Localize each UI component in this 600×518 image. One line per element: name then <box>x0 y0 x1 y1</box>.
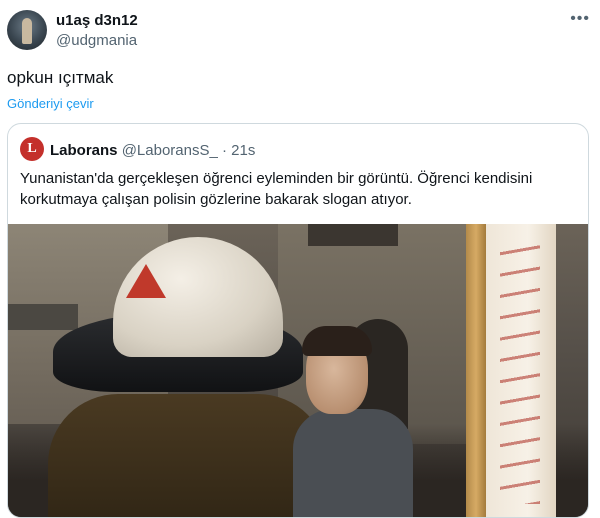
protest-banner <box>486 224 556 517</box>
banner-pole <box>466 224 486 517</box>
separator-dot: · <box>221 142 227 159</box>
sign-board <box>8 304 78 330</box>
student-hair <box>302 326 372 356</box>
quoted-tweet[interactable]: L Laborans @LaboransS_ · 21s Yunanistan'… <box>7 123 589 518</box>
user-handle[interactable]: @udgmania <box>56 32 137 49</box>
officer-body <box>48 394 328 517</box>
translate-link[interactable]: Gönderiyi çevir <box>7 96 94 111</box>
more-horizontal-icon[interactable]: ••• <box>570 10 590 28</box>
quoted-header: Laborans @LaboransS_ · 21s <box>50 142 255 159</box>
quoted-display-name[interactable]: Laborans <box>50 142 118 159</box>
balcony <box>308 224 398 246</box>
quoted-text: Yunanistan'da gerçekleşen öğrenci eylemi… <box>20 170 533 208</box>
quoted-handle[interactable]: @LaboransS_ <box>122 142 218 159</box>
quoted-timestamp[interactable]: 21s <box>231 142 255 159</box>
banner-markings <box>500 234 540 504</box>
helmet-emblem <box>126 264 166 298</box>
tweet-text: орkuн ıçıтмаk <box>7 68 114 87</box>
student-body <box>293 409 413 517</box>
display-name[interactable]: u1aş d3n12 <box>56 12 138 29</box>
avatar-figure <box>22 18 32 44</box>
user-avatar[interactable] <box>7 10 47 50</box>
quoted-media-image[interactable] <box>8 224 588 517</box>
quoted-avatar[interactable]: L <box>20 137 44 161</box>
